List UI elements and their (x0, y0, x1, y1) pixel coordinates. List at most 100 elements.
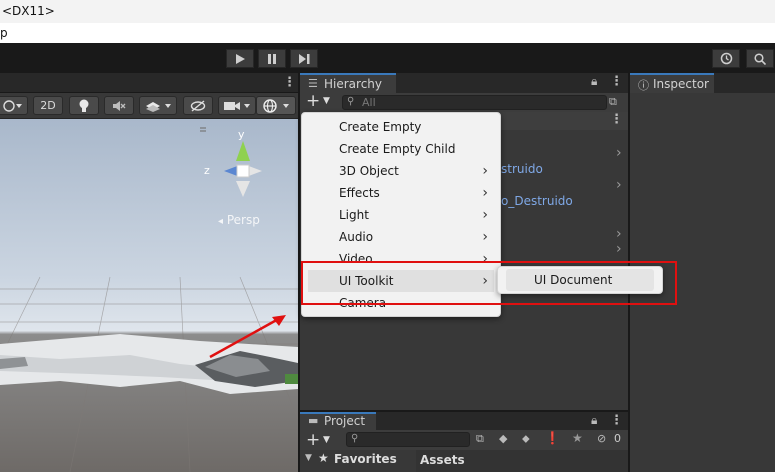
menu-item-audio[interactable]: Audio › (302, 226, 500, 248)
scene-more-icon[interactable]: ⋮ (283, 75, 296, 90)
menu-item-effects[interactable]: Effects › (302, 182, 500, 204)
play-button[interactable] (226, 49, 254, 68)
toggle-2d-button[interactable]: 2D (33, 96, 63, 115)
info-icon: ⓘ (638, 79, 649, 92)
project-add-button[interactable]: + (306, 430, 320, 450)
tab-project[interactable]: ▬ Project (300, 412, 376, 430)
audio-muted-icon (113, 100, 126, 111)
effects-dropdown[interactable] (139, 96, 177, 115)
hierarchy-more-icon[interactable]: ⋮ (610, 74, 623, 89)
menu-bar-text[interactable]: p (0, 26, 8, 40)
pause-icon (268, 53, 276, 64)
chevron-right-icon: › (482, 185, 488, 201)
folder-icon: ▬ (308, 414, 319, 427)
hierarchy-list-icon: ☰ (308, 77, 318, 90)
window-title-bar: <DX11> (0, 0, 775, 23)
lighting-toggle[interactable] (69, 96, 99, 115)
scene-geometry (0, 334, 298, 394)
menu-item-3d-object[interactable]: 3D Object › (302, 160, 500, 182)
gizmo-z-label: z (204, 164, 210, 177)
project-search-icon: ⚲ (351, 433, 359, 444)
search-button[interactable] (746, 49, 774, 68)
warning-filter-icon[interactable]: ❗ (545, 431, 560, 445)
assets-breadcrumb[interactable]: Assets (420, 453, 465, 467)
eye-hidden-icon (190, 99, 206, 112)
play-icon (236, 53, 245, 64)
hierarchy-search-placeholder: All (362, 96, 376, 109)
favorite-star-icon[interactable]: ★ (572, 431, 583, 445)
camera-dropdown[interactable] (218, 96, 256, 115)
hidden-packages-icon[interactable]: ⊘ (597, 432, 606, 445)
effects-layers-icon (146, 101, 171, 112)
chevron-right-icon: › (482, 229, 488, 245)
gizmo-globe-icon (263, 98, 289, 113)
project-search-options-icon[interactable]: ⧉ (476, 432, 484, 446)
hierarchy-expand-icon-1[interactable]: › (616, 145, 622, 161)
projection-label[interactable]: ◂ Persp (218, 213, 260, 227)
menu-item-label: 3D Object (339, 164, 399, 178)
hierarchy-search-input[interactable]: ⚲ All (342, 95, 607, 110)
shading-mode-button[interactable] (0, 96, 28, 115)
project-more-icon[interactable]: ⋮ (610, 413, 623, 428)
hierarchy-expand-icon-4[interactable]: › (616, 241, 622, 257)
hierarchy-expand-icon-2[interactable]: › (616, 177, 622, 193)
hierarchy-tab-label: Hierarchy (324, 77, 383, 91)
menu-item-create-empty-child[interactable]: Create Empty Child (302, 138, 500, 160)
chevron-right-icon: › (482, 163, 488, 179)
gizmos-dropdown[interactable] (256, 96, 296, 115)
hierarchy-expand-icon-3[interactable]: › (616, 226, 622, 242)
history-button[interactable] (712, 49, 740, 68)
menu-item-light[interactable]: Light › (302, 204, 500, 226)
favorites-label[interactable]: Favorites (334, 452, 397, 466)
hierarchy-item-partial-2[interactable]: o_Destruido (501, 194, 573, 208)
filter-label-icon[interactable]: ⬥ (522, 432, 530, 446)
project-add-dropdown-icon[interactable]: ▼ (323, 435, 330, 445)
shading-sphere-icon (3, 99, 22, 112)
annotation-highlight-box (301, 261, 677, 305)
chevron-right-icon: › (482, 207, 488, 223)
hierarchy-item-partial-1[interactable]: struido (501, 162, 543, 176)
project-folder-tree: ▼ ★ Favorites (300, 450, 414, 472)
gizmo-y-label: y (238, 128, 245, 141)
camera-icon (224, 101, 250, 110)
menu-item-label: Light (339, 208, 369, 222)
menu-item-label: Create Empty Child (339, 142, 456, 156)
tab-inspector[interactable]: ⓘ Inspector (630, 73, 714, 93)
hidden-count: 0 (614, 432, 621, 445)
lightbulb-icon (79, 99, 89, 112)
step-button[interactable] (290, 49, 318, 68)
search-icon (754, 52, 766, 65)
tab-hierarchy[interactable]: ☰ Hierarchy (300, 73, 396, 93)
persp-lock-icon: ◂ (218, 216, 224, 227)
step-icon (298, 53, 309, 64)
project-search-input[interactable]: ⚲ (346, 432, 470, 447)
hierarchy-add-dropdown-icon[interactable]: ▼ (323, 96, 330, 106)
menu-bar: p (0, 23, 775, 43)
scene-toolbar: 2D (0, 93, 298, 119)
audio-toggle[interactable] (104, 96, 134, 115)
scene-viewport[interactable]: y z ◂ Persp (0, 119, 298, 472)
project-assets-view: Assets (416, 450, 628, 472)
history-icon (720, 52, 732, 65)
window-title: <DX11> (2, 4, 55, 18)
hierarchy-search-options-icon[interactable]: ⧉ (609, 95, 617, 109)
projection-text: Persp (226, 213, 260, 227)
favorites-expand-icon[interactable]: ▼ (305, 453, 312, 463)
scene-visibility-toggle[interactable] (183, 96, 213, 115)
menu-item-label: Audio (339, 230, 374, 244)
scene-view-header: ⋮ (0, 73, 298, 93)
pause-button[interactable] (258, 49, 286, 68)
hierarchy-lock-icon[interactable]: 🔒︎ (591, 74, 597, 89)
toggle-2d-label: 2D (40, 99, 56, 112)
menu-item-label: Effects (339, 186, 380, 200)
hierarchy-add-button[interactable]: + (306, 91, 320, 111)
search-field-icon: ⚲ (347, 96, 355, 107)
menu-item-create-empty[interactable]: Create Empty (302, 116, 500, 138)
favorites-star-icon: ★ (318, 451, 329, 465)
gizmo-y-axis[interactable] (236, 141, 250, 161)
project-lock-icon[interactable]: 🔒︎ (591, 413, 597, 428)
inspector-tab-label: Inspector (653, 77, 709, 91)
filter-type-icon[interactable]: ◆ (499, 432, 507, 445)
scene-row-more-icon[interactable]: ⋮ (610, 112, 623, 127)
project-tab-label: Project (324, 414, 366, 428)
